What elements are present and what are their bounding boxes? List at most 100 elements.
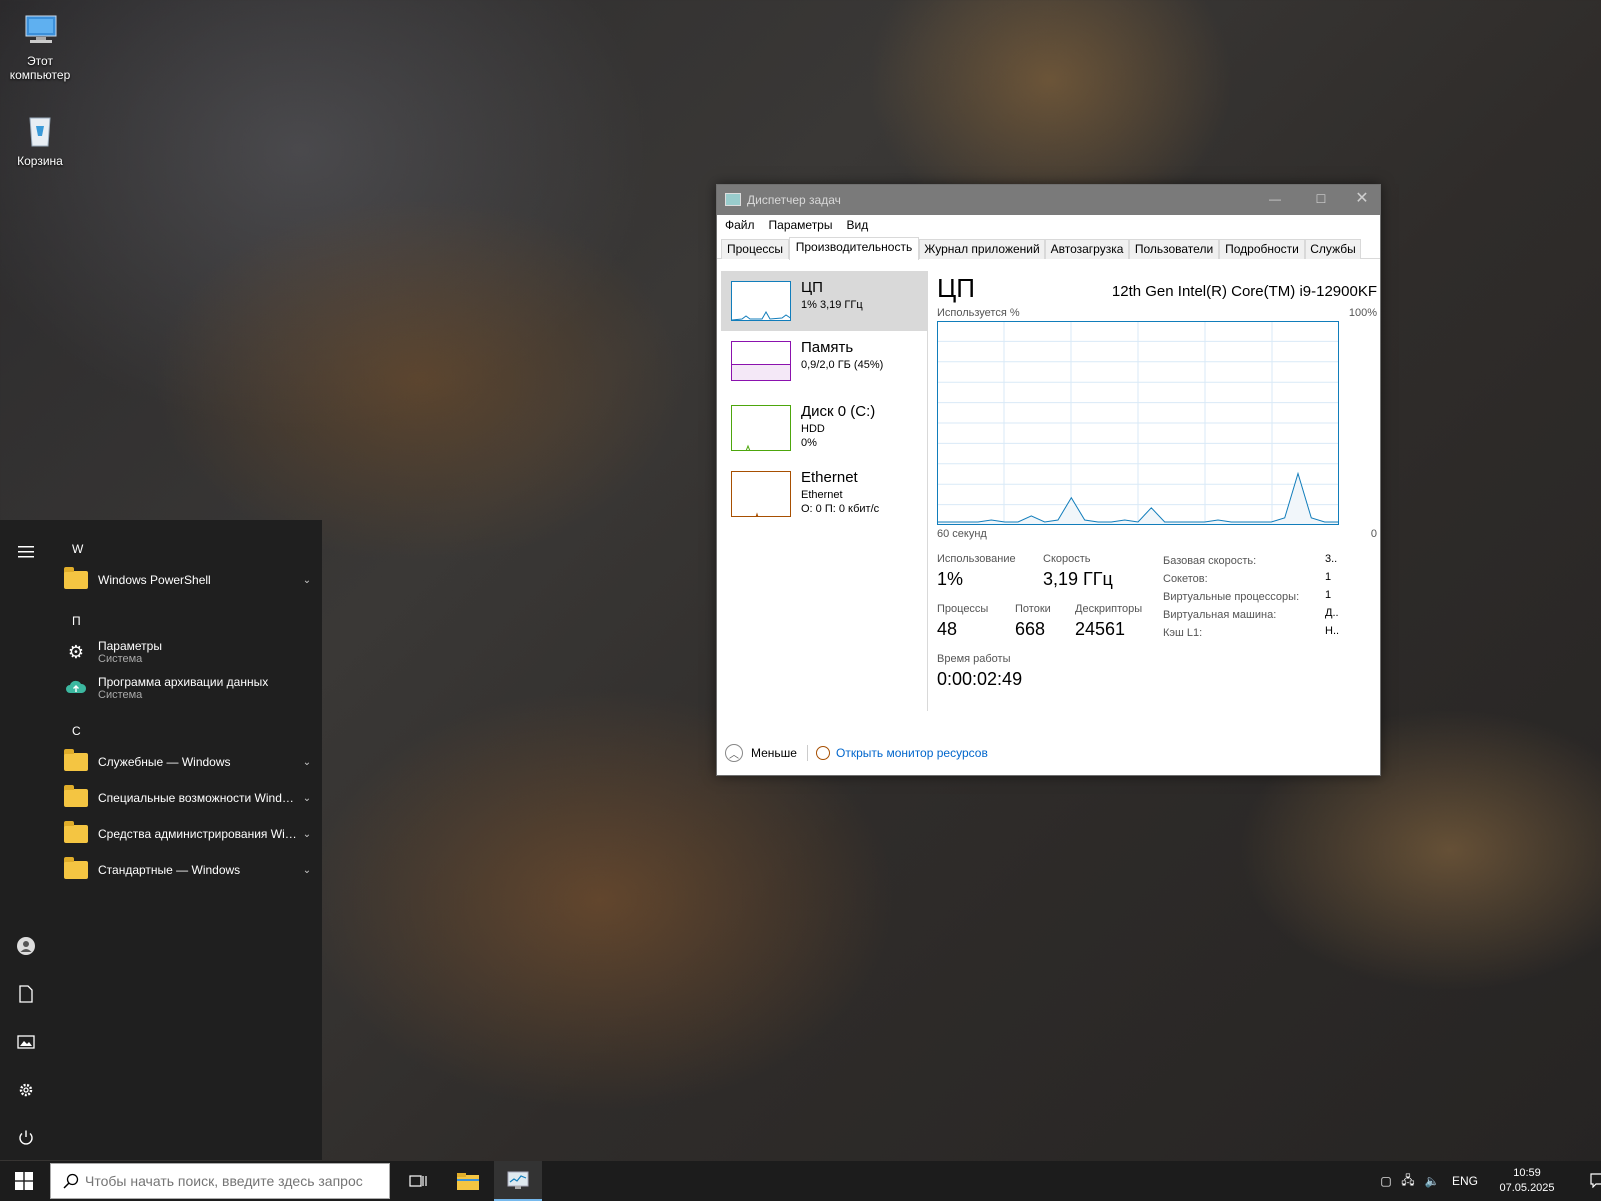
maximize-button[interactable]: ☐: [1301, 187, 1341, 213]
taskbar: ▢ 🖧 🔈 ENG 10:59 07.05.2025: [0, 1161, 1601, 1201]
spec-value: Н..: [1325, 625, 1340, 637]
fewer-details-button[interactable]: Меньше: [751, 746, 797, 760]
spec-key: Сокетов:: [1163, 573, 1208, 585]
resource-detail: 0,9/2,0 ГБ (45%): [801, 359, 884, 371]
pictures-icon[interactable]: [14, 1030, 38, 1054]
tab-services[interactable]: Службы: [1305, 239, 1361, 259]
app-item-admin-tools[interactable]: Средства администрирования Windows ⌄: [64, 816, 314, 852]
clock[interactable]: 10:59 07.05.2025: [1492, 1166, 1562, 1196]
uptime-label: Время работы: [937, 653, 1011, 665]
processes-label: Процессы: [937, 603, 989, 615]
tab-details[interactable]: Подробности: [1219, 239, 1305, 259]
start-rail: [0, 520, 52, 1160]
app-item-accessibility[interactable]: Специальные возможности Windows ⌄: [64, 780, 314, 816]
spec-value: 1: [1325, 589, 1332, 601]
pane-divider[interactable]: [927, 271, 928, 711]
folder-icon: [64, 785, 88, 807]
resource-name: Память: [801, 339, 854, 356]
threads-value: 668: [1015, 619, 1046, 639]
desktop-icon-this-pc[interactable]: Этот компьютер: [2, 10, 78, 82]
task-view-icon[interactable]: [394, 1161, 442, 1201]
app-label: Служебные — Windows: [98, 755, 231, 769]
handles-value: 24561: [1075, 619, 1126, 639]
show-hidden-icons[interactable]: ▢: [1376, 1174, 1396, 1188]
network-icon[interactable]: 🖧: [1396, 1171, 1420, 1192]
desktop-icon-recycle-bin[interactable]: Корзина: [2, 110, 78, 168]
menu-bar: Файл Параметры Вид: [717, 215, 1380, 235]
separator: [806, 745, 808, 761]
resource-detail: Ethernet: [801, 489, 843, 501]
taskbar-search[interactable]: [50, 1163, 390, 1199]
folder-icon: [64, 567, 88, 589]
task-manager-icon: [725, 193, 741, 206]
clock-date: 07.05.2025: [1499, 1182, 1555, 1194]
start-menu: W Windows PowerShell ⌄ П ⚙ Параметры Сист…: [0, 520, 322, 1160]
user-icon[interactable]: [14, 934, 38, 958]
file-explorer-icon[interactable]: [444, 1161, 492, 1201]
resource-item-cpu[interactable]: ЦП 1% 3,19 ГГц: [721, 271, 927, 331]
uptime-value: 0:00:02:49: [937, 669, 1023, 689]
menu-view[interactable]: Вид: [846, 218, 868, 232]
resource-item-disk[interactable]: Диск 0 (C:) HDD 0%: [721, 395, 927, 461]
cpu-usage-graph: [937, 321, 1339, 525]
ethernet-thumbnail: [731, 471, 791, 517]
spec-key: Кэш L1:: [1163, 627, 1203, 639]
resource-detail-2: О: 0 П: 0 кбит/с: [801, 503, 880, 515]
desktop-icon-label: Корзина: [17, 154, 63, 168]
menu-options[interactable]: Параметры: [769, 218, 833, 232]
fewer-details-icon[interactable]: ︿: [725, 744, 743, 762]
spec-key: Виртуальные процессоры:: [1163, 591, 1300, 603]
settings-icon[interactable]: [14, 1078, 38, 1102]
volume-icon[interactable]: 🔈: [1420, 1174, 1444, 1188]
folder-icon: [64, 857, 88, 879]
cpu-model: 12th Gen Intel(R) Core(TM) i9-12900KF: [1111, 283, 1377, 300]
tab-strip: Процессы Производительность Журнал прило…: [717, 237, 1380, 260]
resource-detail: HDD: [801, 423, 825, 435]
spec-row: Виртуальная машина: Д..: [1163, 607, 1339, 625]
speed-label: Скорость: [1043, 553, 1091, 565]
resource-item-ethernet[interactable]: Ethernet Ethernet О: 0 П: 0 кбит/с: [721, 461, 927, 527]
start-button[interactable]: [0, 1161, 48, 1201]
search-input[interactable]: [85, 1173, 375, 1189]
chevron-down-icon: ⌄: [302, 828, 312, 840]
spec-value: 3..: [1325, 553, 1338, 565]
app-item-accessories[interactable]: Стандартные — Windows ⌄: [64, 852, 314, 888]
app-label: Средства администрирования Windows: [98, 827, 300, 841]
app-sublabel: Система: [98, 689, 143, 701]
app-item-powershell[interactable]: Windows PowerShell ⌄: [64, 562, 314, 598]
tab-users[interactable]: Пользователи: [1129, 239, 1219, 259]
resource-name: Диск 0 (C:): [801, 403, 876, 420]
graph-label: Используется %: [937, 307, 1020, 319]
group-letter[interactable]: W: [72, 542, 83, 556]
notifications-icon[interactable]: [1586, 1172, 1601, 1191]
hamburger-icon[interactable]: [14, 540, 38, 564]
title-bar[interactable]: Диспетчер задач — ☐ ✕: [717, 185, 1380, 215]
power-icon[interactable]: [14, 1126, 38, 1150]
system-tray: ▢ 🖧 🔈 ENG 10:59 07.05.2025: [1376, 1161, 1601, 1201]
tab-startup[interactable]: Автозагрузка: [1045, 239, 1129, 259]
document-icon[interactable]: [14, 982, 38, 1006]
app-item-settings[interactable]: ⚙ Параметры Система: [64, 634, 314, 670]
tab-processes[interactable]: Процессы: [721, 239, 789, 259]
app-label: Windows PowerShell: [98, 573, 211, 587]
group-letter[interactable]: П: [72, 614, 81, 628]
chevron-down-icon: ⌄: [302, 864, 312, 876]
tab-app-history[interactable]: Журнал приложений: [919, 239, 1045, 259]
task-manager-taskbar-icon[interactable]: [494, 1161, 542, 1201]
close-button[interactable]: ✕: [1345, 187, 1379, 213]
app-item-windows-system[interactable]: Служебные — Windows ⌄: [64, 744, 314, 780]
group-letter[interactable]: С: [72, 724, 81, 738]
menu-file[interactable]: Файл: [725, 218, 755, 232]
resource-list: ЦП 1% 3,19 ГГц Память 0,9/2,0 ГБ (45%) Д…: [721, 271, 927, 731]
resource-item-memory[interactable]: Память 0,9/2,0 ГБ (45%): [721, 331, 927, 391]
processes-value: 48: [937, 619, 958, 639]
window-title: Диспетчер задач: [747, 193, 841, 207]
minimize-button[interactable]: —: [1255, 187, 1295, 213]
chevron-down-icon: ⌄: [302, 792, 312, 804]
app-item-backup[interactable]: Программа архивации данных Система: [64, 670, 314, 706]
tab-performance[interactable]: Производительность: [789, 237, 919, 260]
language-indicator[interactable]: ENG: [1452, 1174, 1478, 1188]
spec-row: Сокетов: 1: [1163, 571, 1339, 589]
open-resource-monitor-link[interactable]: Открыть монитор ресурсов: [836, 746, 988, 760]
spec-row: Базовая скорость: 3..: [1163, 553, 1339, 571]
